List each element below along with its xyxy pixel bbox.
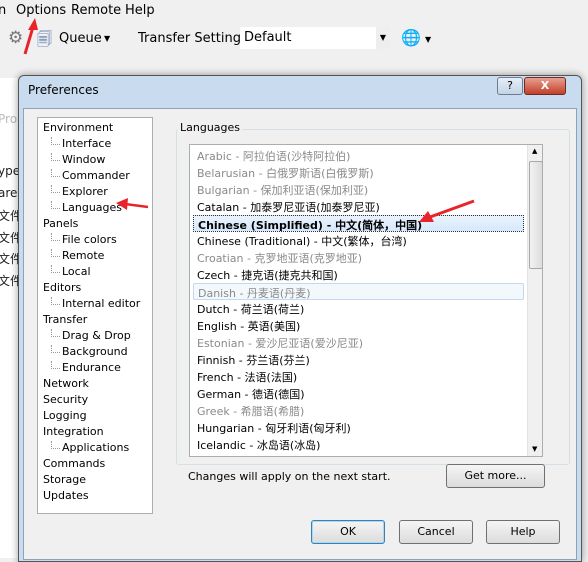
arrow-to-chinese	[419, 199, 475, 222]
arrow-to-languages	[116, 198, 149, 210]
annotation-arrows	[23, 18, 475, 222]
arrow-to-options	[23, 18, 38, 55]
